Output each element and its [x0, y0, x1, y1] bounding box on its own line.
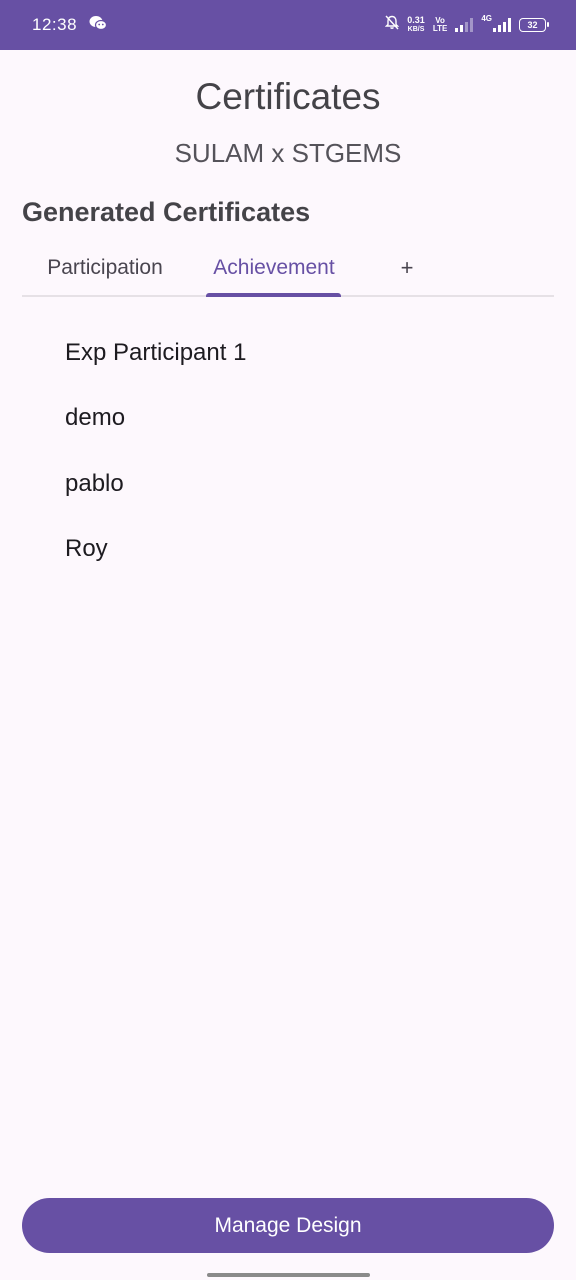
tab-achievement[interactable]: Achievement: [188, 240, 360, 295]
section-heading: Generated Certificates: [22, 197, 311, 227]
status-time: 12:38: [32, 15, 78, 34]
add-tab-button[interactable]: +: [382, 240, 432, 295]
tab-bar: Participation Achievement +: [22, 240, 554, 297]
list-item[interactable]: Roy: [0, 517, 576, 583]
status-left: 12:38: [32, 15, 108, 36]
mute-bell-icon: [385, 15, 400, 35]
list-item[interactable]: pablo: [0, 451, 576, 517]
net-speed-unit: KB/S: [407, 26, 425, 33]
plus-icon: +: [400, 254, 414, 280]
signal-icon: [455, 18, 474, 32]
wechat-icon: [89, 15, 108, 36]
certificate-list: Exp Participant 1 demo pablo Roy: [0, 320, 576, 582]
list-item[interactable]: demo: [0, 386, 576, 452]
page-title: Certificates: [195, 76, 381, 117]
signal-4g-icon: 4G: [481, 14, 511, 32]
status-right: 0.31 KB/S Vo LTE 4G 32: [385, 14, 549, 35]
manage-design-button[interactable]: Manage Design: [22, 1198, 554, 1253]
net-speed: 0.31 KB/S: [407, 16, 425, 34]
battery-icon: 32: [519, 18, 549, 32]
status-bar: 12:38 0.31 KB/S Vo LTE 4G 32: [0, 0, 576, 50]
tab-label: Participation: [47, 255, 163, 279]
page-subtitle: SULAM x STGEMS: [174, 138, 402, 168]
net-speed-value: 0.31: [407, 15, 425, 25]
signal-bars: [493, 18, 511, 32]
volte-bottom: LTE: [432, 24, 448, 33]
volte-indicator: Vo LTE: [433, 17, 448, 33]
tab-participation[interactable]: Participation: [22, 240, 188, 295]
battery-level: 32: [527, 20, 538, 30]
tab-active-indicator: [206, 293, 341, 297]
network-type: 4G: [481, 14, 492, 23]
list-item[interactable]: Exp Participant 1: [0, 320, 576, 386]
home-indicator[interactable]: [207, 1273, 370, 1277]
tab-label: Achievement: [213, 255, 335, 279]
